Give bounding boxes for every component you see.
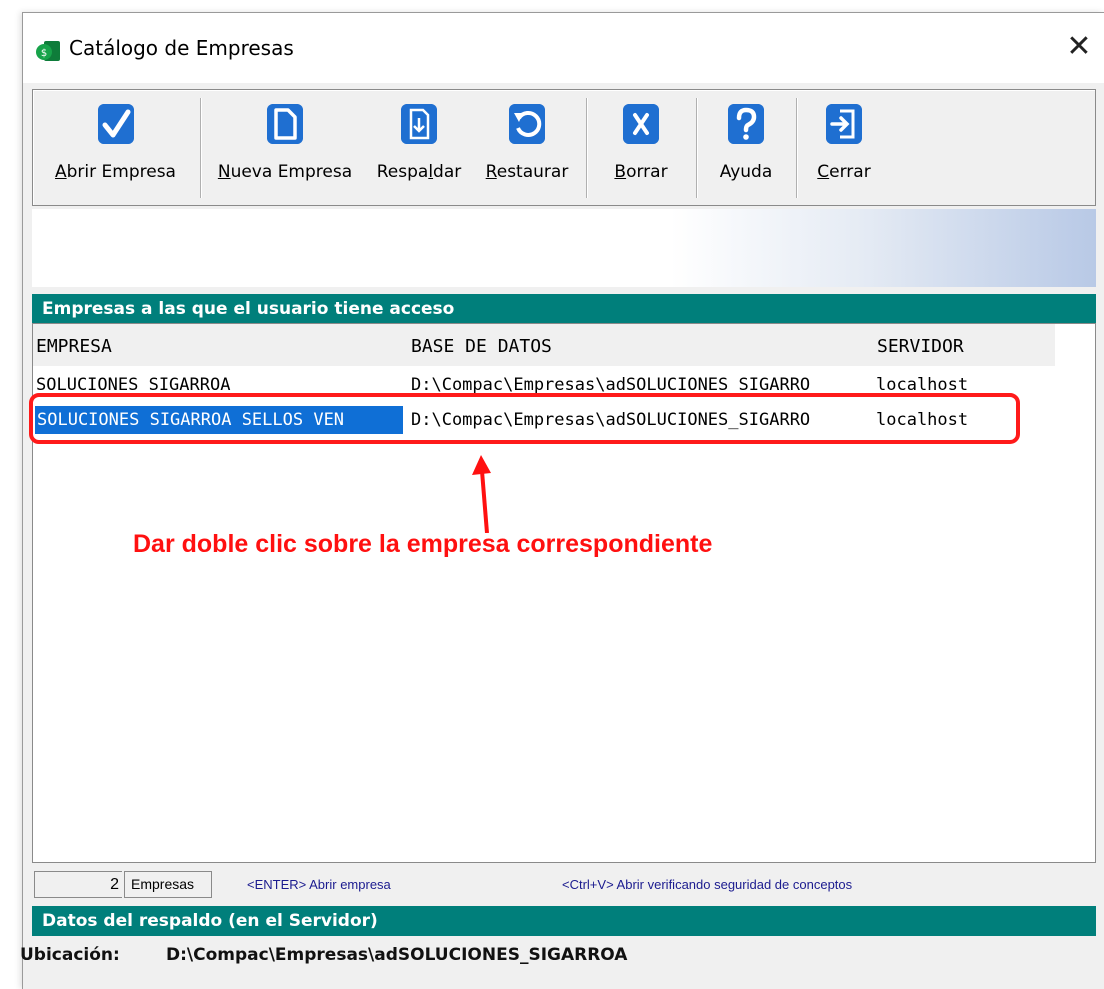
backup-location: Ubicación: D:\Compac\Empresas\adSOLUCION…	[20, 945, 627, 965]
backup-section-header: Datos del respaldo (en el Servidor)	[32, 906, 1096, 936]
row-servidor: localhost	[876, 410, 969, 430]
cerrar-button[interactable]: Cerrar	[799, 90, 889, 205]
nueva-empresa-label: Nueva Empresa	[217, 162, 353, 182]
nueva-empresa-button[interactable]: Nueva Empresa	[205, 90, 365, 205]
companies-section-header: Empresas a las que el usuario tiene acce…	[32, 294, 1096, 324]
location-label: Ubicación:	[20, 945, 120, 965]
checkmark-icon	[97, 104, 134, 144]
cerrar-label: Cerrar	[817, 162, 871, 182]
company-count: 2	[34, 871, 122, 898]
help-icon	[728, 104, 764, 144]
row-empresa: SOLUCIONES SIGARROA	[36, 375, 231, 395]
row-base-de-datos: D:\Compac\Empresas\adSOLUCIONES_SIGARRO	[411, 410, 811, 430]
location-value: D:\Compac\Empresas\adSOLUCIONES_SIGARROA	[166, 945, 628, 965]
toolbar-separator	[586, 98, 587, 198]
restore-icon	[509, 104, 545, 144]
toolbar-separator	[796, 98, 797, 198]
restaurar-button[interactable]: Restaurar	[473, 90, 581, 205]
column-header-row: EMPRESA BASE DE DATOS SERVIDOR	[33, 324, 1055, 366]
abrir-empresa-label: Abrir Empresa	[55, 162, 176, 182]
company-count-label: Empresas	[124, 871, 212, 898]
arrow-up-icon	[472, 455, 491, 533]
close-icon[interactable]: ✕	[1062, 31, 1096, 65]
banner-area	[32, 209, 1096, 287]
catalogo-empresas-window: $ Catálogo de Empresas ✕ Abrir Empresa N…	[22, 12, 1104, 989]
table-row[interactable]: SOLUCIONES SIGARROA D:\Compac\Empresas\a…	[33, 371, 1055, 401]
column-header-base-de-datos[interactable]: BASE DE DATOS	[411, 336, 552, 357]
companies-list[interactable]: EMPRESA BASE DE DATOS SERVIDOR SOLUCIONE…	[32, 323, 1096, 863]
row-servidor: localhost	[876, 375, 969, 395]
borrar-button[interactable]: Borrar	[591, 90, 691, 205]
app-icon: $	[36, 41, 60, 61]
toolbar-separator	[696, 98, 697, 198]
ctrl-v-hint: <Ctrl+V> Abrir verificando seguridad de …	[562, 877, 853, 892]
ayuda-button[interactable]: Ayuda	[701, 90, 791, 205]
row-base-de-datos: D:\Compac\Empresas\adSOLUCIONES_SIGARRO	[411, 375, 811, 395]
annotation-text: Dar doble clic sobre la empresa correspo…	[133, 530, 713, 558]
column-header-empresa[interactable]: EMPRESA	[36, 336, 112, 357]
svg-text:$: $	[41, 48, 47, 59]
status-bar: 2 Empresas <ENTER> Abrir empresa <Ctrl+V…	[32, 871, 1096, 899]
row-empresa: SOLUCIONES SIGARROA SELLOS VEN	[35, 406, 403, 434]
new-document-icon	[267, 104, 303, 144]
column-header-servidor[interactable]: SERVIDOR	[877, 336, 964, 357]
exit-icon	[826, 104, 862, 144]
delete-x-icon	[623, 104, 659, 144]
backup-icon	[401, 104, 437, 144]
enter-hint: <ENTER> Abrir empresa	[247, 877, 391, 892]
toolbar-separator	[200, 98, 201, 198]
restaurar-label: Restaurar	[485, 162, 569, 182]
table-row-selected[interactable]: SOLUCIONES SIGARROA SELLOS VEN D:\Compac…	[33, 406, 1055, 436]
abrir-empresa-button[interactable]: Abrir Empresa	[33, 90, 198, 205]
respaldar-label: Respaldar	[376, 162, 462, 182]
borrar-label: Borrar	[614, 162, 668, 182]
title-bar: $ Catálogo de Empresas ✕	[23, 13, 1104, 83]
ayuda-label: Ayuda	[719, 162, 773, 182]
respaldar-button[interactable]: Respaldar	[365, 90, 473, 205]
toolbar: Abrir Empresa Nueva Empresa Respaldar Re…	[32, 89, 1096, 206]
window-title: Catálogo de Empresas	[69, 36, 294, 60]
